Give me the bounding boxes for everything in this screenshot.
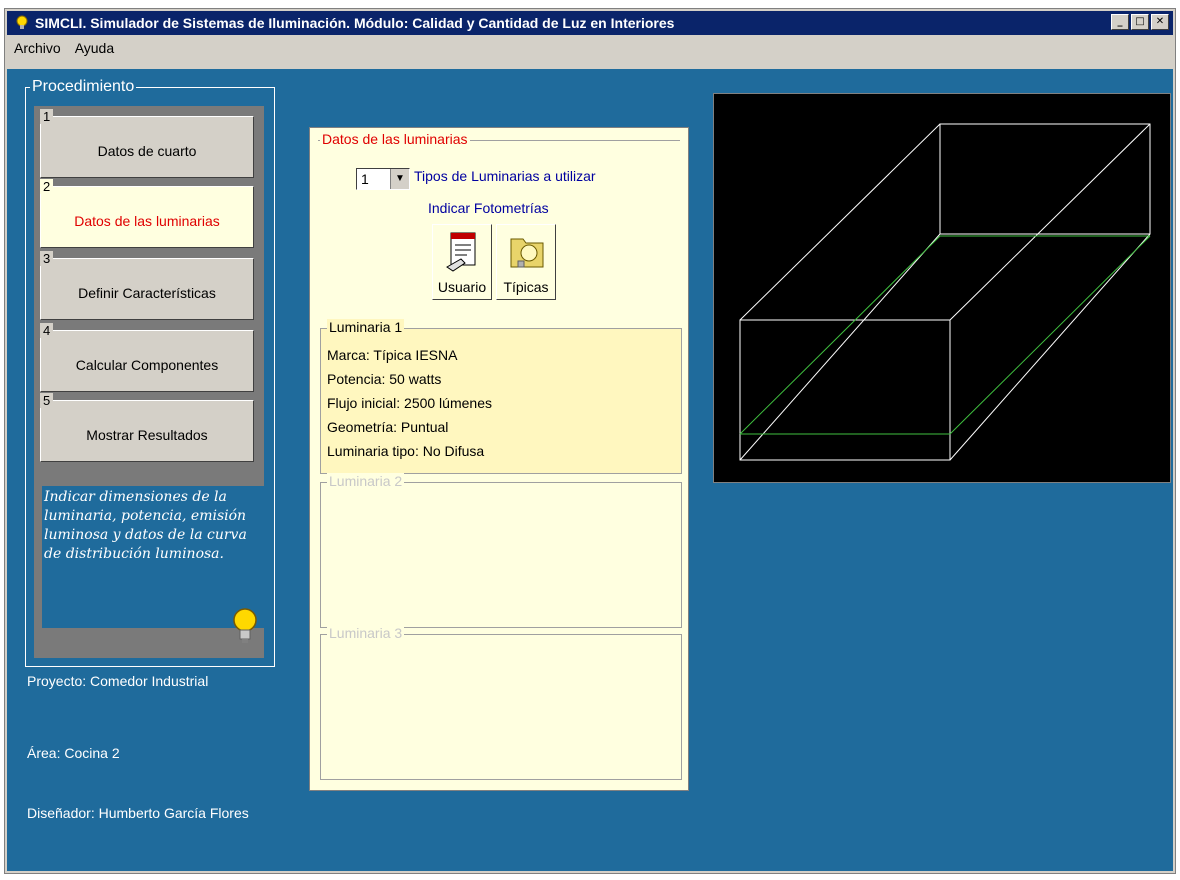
fotometrias-label: Indicar Fotometrías [428,200,549,216]
step-number: 3 [40,251,54,266]
close-button[interactable]: ✕ [1151,14,1169,30]
title-bar: SIMCLI. Simulador de Sistemas de Ilumina… [7,11,1173,35]
step-1-button[interactable]: 1 Datos de cuarto [40,109,254,178]
luminaire-count-select[interactable]: 1 ▼ [356,168,410,190]
usuario-button[interactable]: Usuario [432,224,492,300]
luminaria-1-group: Luminaria 1 Marca: Típica IESNA Potencia… [320,319,682,474]
step-3-button[interactable]: 3 Definir Características [40,251,254,320]
step-label: Datos de cuarto [97,143,197,159]
app-window: SIMCLI. Simulador de Sistemas de Ilumina… [4,8,1176,874]
window-title: SIMCLI. Simulador de Sistemas de Ilumina… [35,15,675,31]
step-label: Calcular Componentes [75,357,219,373]
tipicas-button[interactable]: Típicas [496,224,556,300]
procedure-steps: 1 Datos de cuarto 2 Datos de las luminar… [34,106,266,658]
luminaire-count-label: Tipos de Luminarias a utilizar [414,168,596,184]
client-area: Procedimiento 1 Datos de cuarto 2 Datos … [7,69,1173,871]
luminaire-count-value: 1 [361,171,369,187]
chevron-down-icon[interactable]: ▼ [390,169,409,189]
menu-ayuda[interactable]: Ayuda [68,40,121,56]
luminaria-2-group: Luminaria 2 [320,473,682,628]
luminaria-1-flujo: Flujo inicial: 2500 lúmenes [327,395,492,411]
maximize-button[interactable]: □ [1131,14,1149,30]
step-number: 1 [40,109,54,124]
luminaria-1-title: Luminaria 1 [327,319,405,335]
luminarias-panel: Datos de las luminarias 1 ▼ Tipos de Lum… [309,127,689,791]
luminaria-1-marca: Marca: Típica IESNA [327,347,458,363]
room-wireframe [739,123,1151,461]
tipicas-label: Típicas [503,279,549,295]
luminaria-2-title: Luminaria 2 [327,473,405,489]
luminaria-3-title: Luminaria 3 [327,625,405,641]
lightbulb-icon [230,606,260,646]
project-label: Proyecto: Comedor Industrial [27,673,209,689]
notepad-icon [443,229,483,273]
step-number: 4 [40,323,54,338]
step-5-button[interactable]: 5 Mostrar Resultados [40,393,254,462]
usuario-label: Usuario [437,279,487,295]
step-label: Datos de las luminarias [74,213,220,229]
minimize-button[interactable]: _ [1111,14,1129,30]
folder-bulb-icon [507,229,547,273]
step-2-button[interactable]: 2 Datos de las luminarias [40,179,254,248]
step-label: Definir Características [78,285,216,301]
menu-archivo[interactable]: Archivo [7,40,68,56]
luminaria-3-group: Luminaria 3 [320,625,682,780]
area-label: Área: Cocina 2 [27,745,120,761]
designer-label: Diseñador: Humberto García Flores [27,805,249,821]
procedure-panel: Procedimiento 1 Datos de cuarto 2 Datos … [25,78,275,667]
menu-bar: Archivo Ayuda [7,37,121,59]
luminaria-1-potencia: Potencia: 50 watts [327,371,442,387]
luminarias-title: Datos de las luminarias [320,131,470,147]
lightbulb-icon [13,14,31,32]
step-number: 2 [40,179,54,194]
procedure-title: Procedimiento [30,78,137,96]
luminaria-1-tipo: Luminaria tipo: No Difusa [327,443,485,459]
step-number: 5 [40,393,54,408]
step-4-button[interactable]: 4 Calcular Componentes [40,323,254,392]
luminaria-1-geometria: Geometría: Puntual [327,419,449,435]
room-3d-view[interactable] [713,93,1171,483]
step-label: Mostrar Resultados [86,427,208,443]
